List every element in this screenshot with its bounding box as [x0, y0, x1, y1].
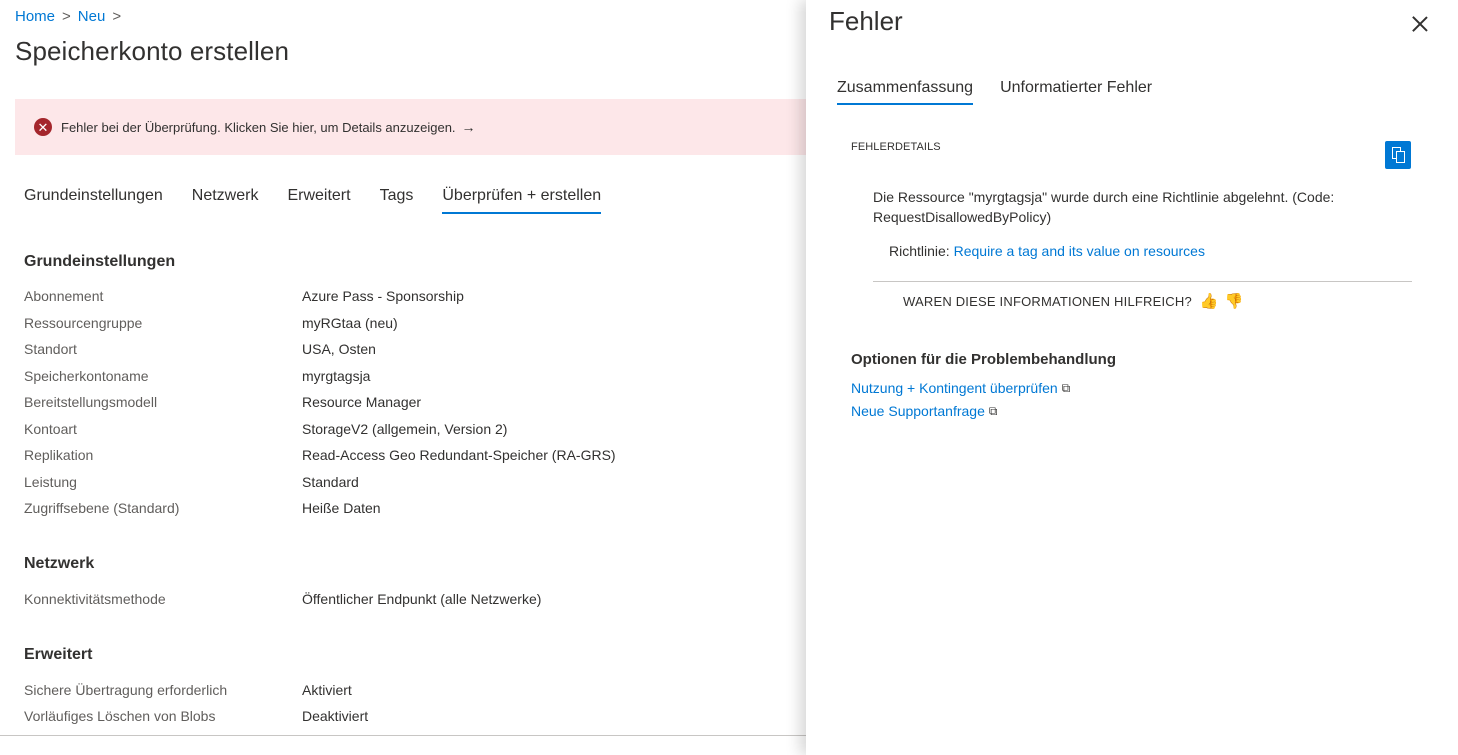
- row-value: Standard: [302, 474, 359, 490]
- summary-row: Kontoart StorageV2 (allgemein, Version 2): [24, 421, 804, 437]
- row-label: Bereitstellungsmodell: [24, 394, 158, 410]
- tab-zusammenfassung[interactable]: Zusammenfassung: [837, 79, 974, 105]
- new-support-request-link[interactable]: Neue Supportanfrage ⧉: [851, 403, 997, 419]
- policy-link[interactable]: Require a tag and its value on resources: [954, 243, 1205, 259]
- feedback-question: WAREN DIESE INFORMATIONEN HILFREICH?: [903, 293, 1192, 309]
- breadcrumb-separator: >: [62, 8, 71, 25]
- row-value: Deaktiviert: [302, 708, 369, 724]
- row-value: Read-Access Geo Redundant-Speicher (RA-G…: [302, 447, 616, 463]
- usage-quota-link-label: Nutzung + Kontingent überprüfen: [851, 380, 1058, 396]
- row-label: Konnektivitätsmethode: [24, 591, 166, 607]
- tab-tags[interactable]: Tags: [380, 187, 414, 214]
- summary-row: Replikation Read-Access Geo Redundant-Spe…: [24, 447, 804, 463]
- usage-quota-link[interactable]: Nutzung + Kontingent überprüfen ⧉: [851, 380, 1070, 396]
- copy-icon[interactable]: [1385, 141, 1411, 169]
- summary-row: Ressourcengruppe myRGtaa (neu): [24, 315, 804, 331]
- summary-row: Bereitstellungsmodell Resource Manager: [24, 394, 804, 410]
- row-label: Kontoart: [24, 421, 77, 437]
- thumbs-down-icon[interactable]: 👎: [1225, 292, 1244, 310]
- copy-sheet-front: [1396, 151, 1405, 163]
- error-details-panel: Fehler Zusammenfassung Unformatierter Fe…: [806, 0, 1458, 755]
- panel-tabs: Zusammenfassung Unformatierter Fehler: [837, 79, 1179, 105]
- close-icon[interactable]: [1409, 13, 1431, 35]
- row-value: Heiße Daten: [302, 500, 381, 516]
- row-value: StorageV2 (allgemein, Version 2): [302, 421, 508, 437]
- row-label: Replikation: [24, 447, 94, 463]
- row-label: Speicherkontoname: [24, 368, 149, 384]
- row-label: Ressourcengruppe: [24, 315, 143, 331]
- arrow-right-icon: →: [461, 119, 476, 135]
- breadcrumb-home-link[interactable]: Home: [15, 8, 55, 25]
- section-title-netzwerk: Netzwerk: [24, 555, 95, 572]
- summary-row: Zugriffsebene (Standard) Heiße Daten: [24, 500, 804, 516]
- breadcrumb: Home > Neu >: [15, 8, 128, 25]
- error-details-label: FEHLERDETAILS: [851, 141, 941, 153]
- row-value: Resource Manager: [302, 394, 422, 410]
- section-title-grundeinstellungen: Grundeinstellungen: [24, 253, 176, 270]
- row-label: Leistung: [24, 474, 77, 490]
- row-label: Vorläufiges Löschen von Blobs: [24, 708, 216, 724]
- policy-line: Richtlinie: Require a tag and its value …: [889, 243, 1205, 259]
- row-value: myRGtaa (neu): [302, 315, 398, 331]
- summary-row: Vorläufiges Löschen von Blobs Deaktiviert: [24, 708, 804, 724]
- row-value: Aktiviert: [302, 682, 352, 698]
- row-label: Sichere Übertragung erforderlich: [24, 682, 228, 698]
- summary-row: Leistung Standard: [24, 474, 804, 490]
- thumbs-up-icon[interactable]: 👍: [1200, 292, 1219, 310]
- bottom-divider: [0, 735, 806, 736]
- row-value: Azure Pass - Sponsorship: [302, 288, 464, 304]
- row-label: Abonnement: [24, 288, 104, 304]
- feedback-divider: [873, 281, 1412, 282]
- row-value: myrgtagsja: [302, 368, 371, 384]
- external-link-icon: ⧉: [988, 403, 998, 418]
- summary-row: Standort USA, Osten: [24, 341, 804, 357]
- summary-row: Speicherkontoname myrgtagsja: [24, 368, 804, 384]
- wizard-tabs: Grundeinstellungen Netzwerk Erweitert Ta…: [24, 187, 630, 214]
- tab-unformatierter-fehler[interactable]: Unformatierter Fehler: [1000, 79, 1152, 105]
- summary-row: Konnektivitätsmethode Öffentlicher Endpun…: [24, 591, 804, 607]
- row-label: Standort: [24, 341, 77, 357]
- tab-netzwerk[interactable]: Netzwerk: [192, 187, 259, 214]
- breadcrumb-neu-link[interactable]: Neu: [78, 8, 106, 25]
- summary-row: Sichere Übertragung erforderlich Aktivier…: [24, 682, 804, 698]
- validation-error-banner[interactable]: ✕ Fehler bei der Überprüfung. Klicken Si…: [15, 99, 806, 155]
- error-circle-icon: ✕: [34, 118, 52, 136]
- external-link-icon: ⧉: [1061, 380, 1071, 395]
- error-banner-text: Fehler bei der Überprüfung. Klicken Sie …: [61, 119, 456, 135]
- panel-title: Fehler: [829, 6, 903, 36]
- section-title-erweitert: Erweitert: [24, 646, 93, 663]
- error-message: Die Ressource "myrgtagsja" wurde durch e…: [873, 189, 1335, 225]
- new-support-request-link-label: Neue Supportanfrage: [851, 403, 985, 419]
- troubleshooting-title: Optionen für die Problembehandlung: [851, 351, 1116, 368]
- tab-erweitert[interactable]: Erweitert: [287, 187, 350, 214]
- tab-ueberpruefen-erstellen[interactable]: Überprüfen + erstellen: [442, 187, 602, 214]
- summary-row: Abonnement Azure Pass - Sponsorship: [24, 288, 804, 304]
- row-value: Öffentlicher Endpunkt (alle Netzwerke): [302, 591, 542, 607]
- policy-prefix: Richtlinie:: [889, 243, 950, 259]
- row-label: Zugriffsebene (Standard): [24, 500, 180, 516]
- tab-grundeinstellungen[interactable]: Grundeinstellungen: [24, 187, 163, 214]
- main-content: Home > Neu > Speicherkonto erstellen ✕ F…: [0, 0, 806, 755]
- feedback-row: WAREN DIESE INFORMATIONEN HILFREICH? 👍 👎: [903, 292, 1244, 310]
- page-title: Speicherkonto erstellen: [15, 36, 290, 66]
- breadcrumb-separator: >: [112, 8, 122, 25]
- row-value: USA, Osten: [302, 341, 376, 357]
